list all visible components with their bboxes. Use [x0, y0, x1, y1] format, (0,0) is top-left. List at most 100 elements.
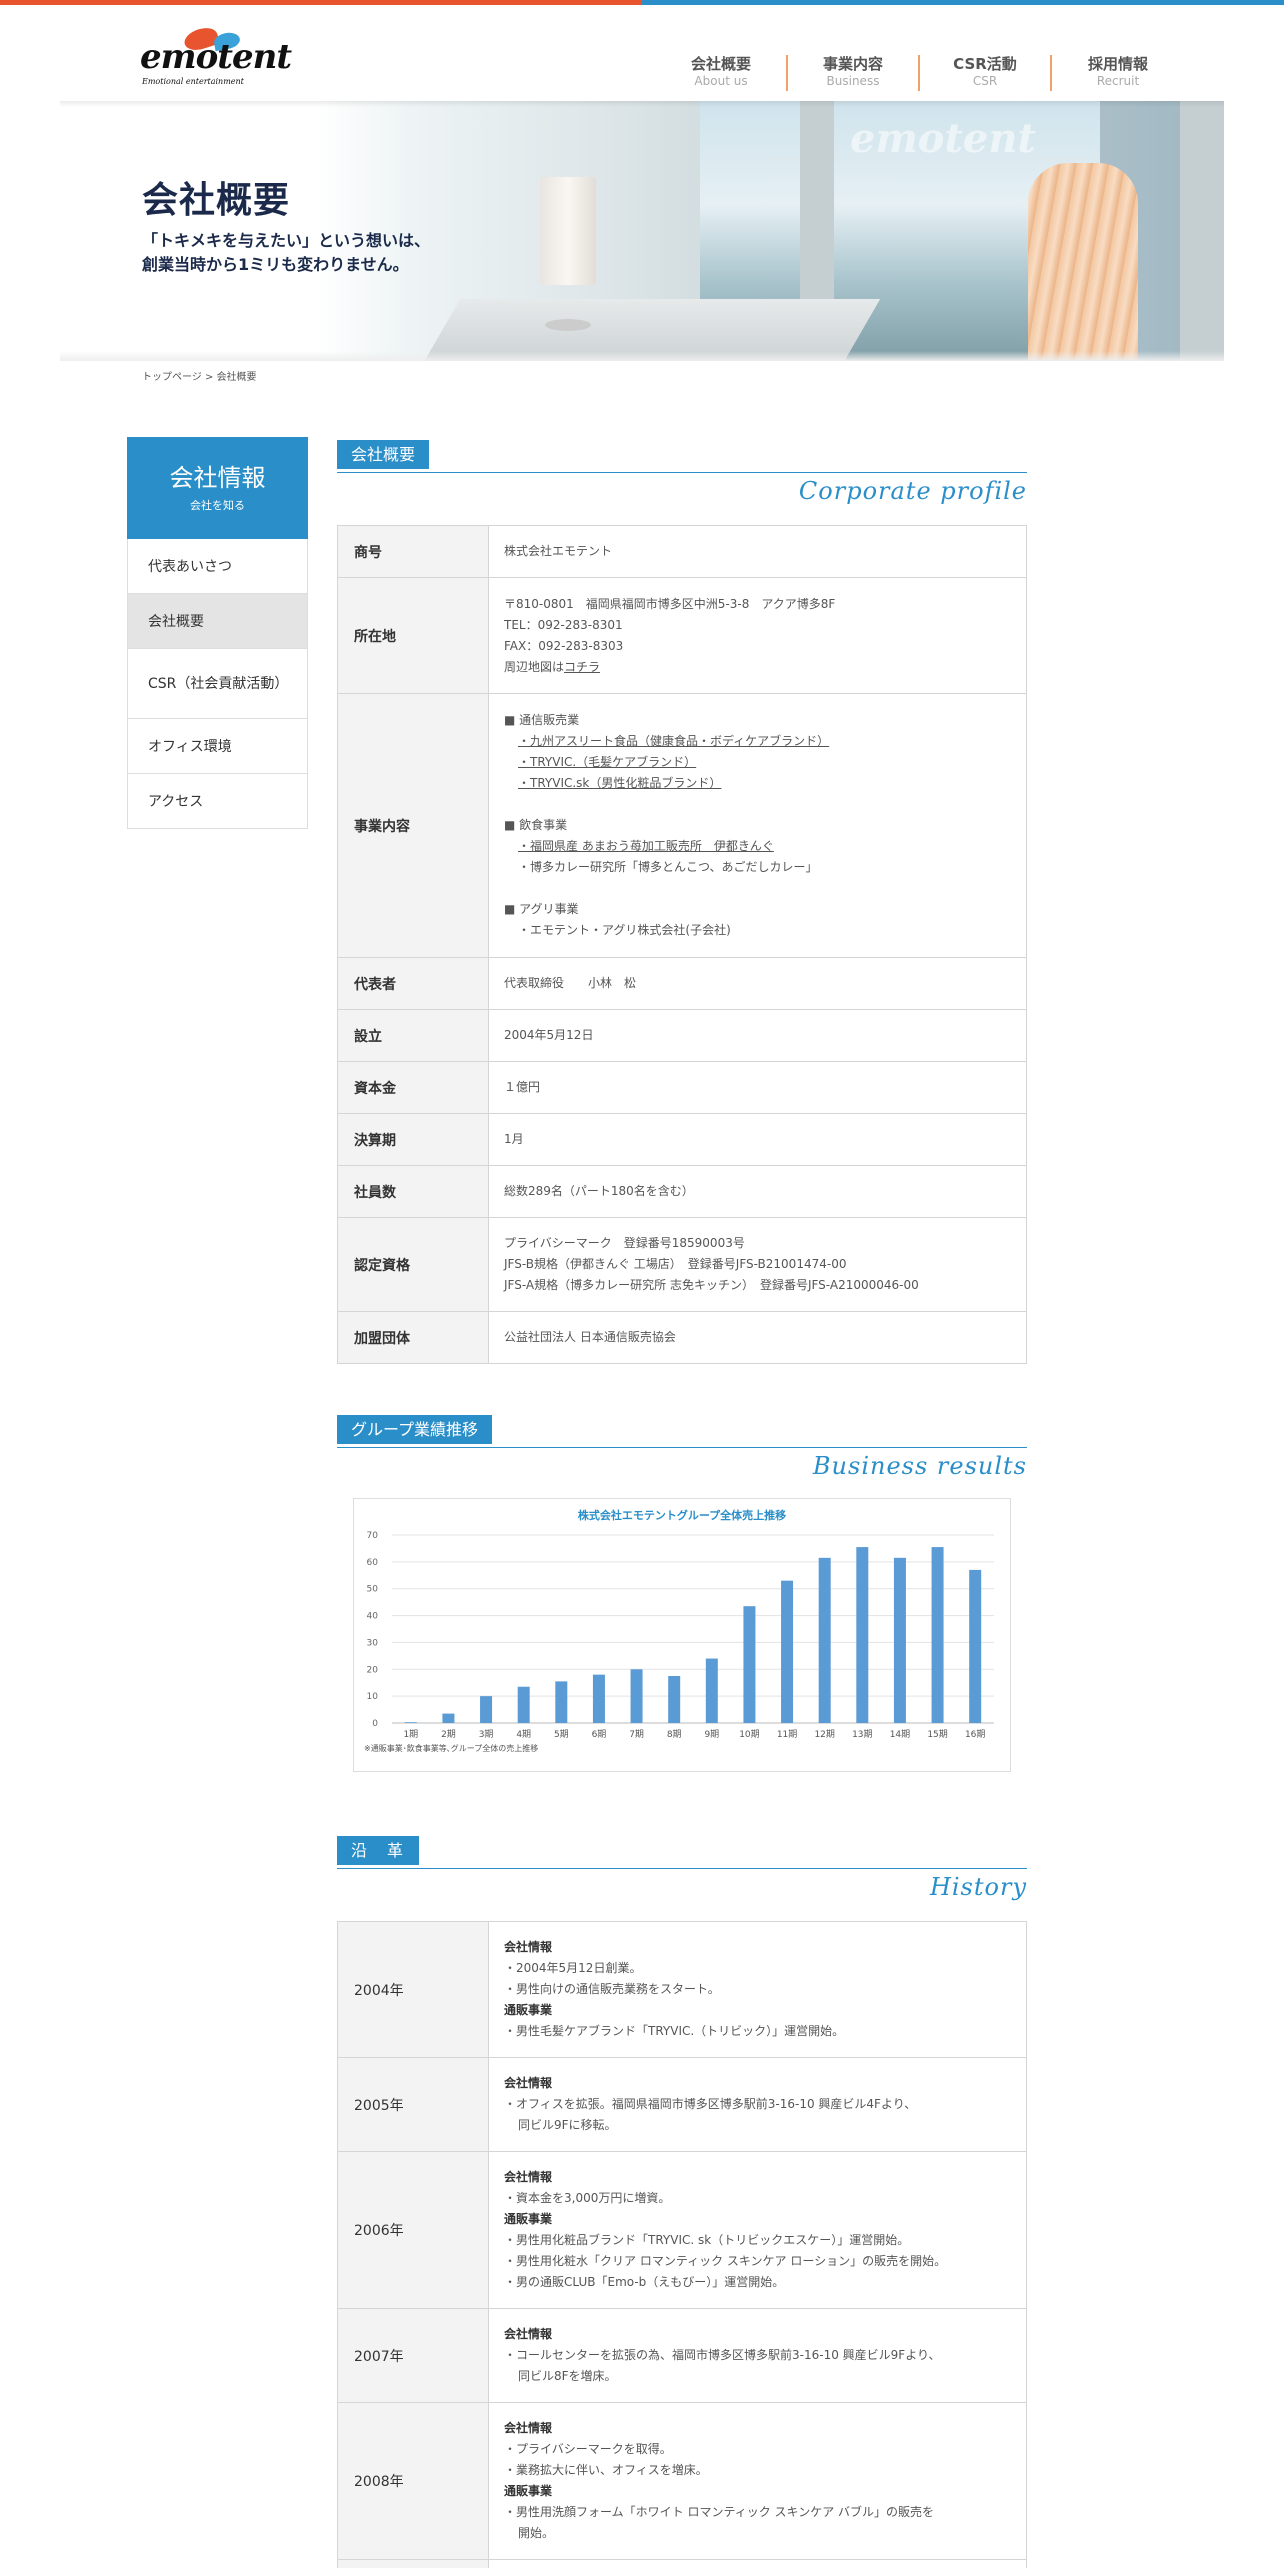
x-tick-label: 9期: [704, 1729, 719, 1740]
table-row: 加盟団体 公益社団法人 日本通信販売協会: [337, 1311, 1027, 1364]
hero-pillar: [1180, 101, 1224, 361]
biz-link-text[interactable]: ・TRYVIC.（毛髪ケアブランド）: [518, 755, 696, 769]
section-label: グループ業績推移: [337, 1415, 493, 1444]
row-header: 設立: [337, 1009, 489, 1062]
global-nav: 会社概要 About us 事業内容 Business CSR活動 CSR 採用…: [656, 55, 1184, 91]
chart-bar: [743, 1606, 756, 1723]
history-line: ・男性毛髪ケアブランド「TRYVIC.（トリビック）」運営開始。: [504, 2024, 845, 2038]
hero-copy: 「トキメキを与えたい」という想いは、 創業当時から1ミリも変わりません。: [142, 229, 430, 277]
x-tick-label: 16期: [965, 1729, 985, 1740]
sidebar-item-greeting[interactable]: 代表あいさつ: [127, 539, 308, 594]
biz-category: ■ アグリ事業: [504, 902, 579, 916]
history-cell: [488, 2559, 1027, 2568]
row-value: 株式会社エモテント: [488, 525, 1027, 578]
x-tick-label: 7期: [629, 1729, 644, 1740]
table-row: 決算期 1月: [337, 1113, 1027, 1166]
history-heading: 会社情報: [504, 2327, 553, 2341]
nav-csr[interactable]: CSR活動 CSR: [920, 55, 1052, 91]
section-label: 沿 革: [337, 1836, 420, 1865]
sidebar-item-csr[interactable]: CSR（社会貢献活動）: [127, 649, 308, 719]
table-row: 2006年 会社情報 ・資本金を3,000万円に増資。 通販事業 ・男性用化粧品…: [337, 2151, 1027, 2309]
section-header: グループ業績推移 Business results: [337, 1412, 1027, 1480]
y-tick-label: 70: [367, 1531, 379, 1541]
section-title-en: Corporate profile: [798, 477, 1027, 505]
sidebar-item-office[interactable]: オフィス環境: [127, 719, 308, 774]
year-cell: 2007年: [337, 2308, 489, 2403]
section-header: 沿 革 History: [337, 1833, 1027, 1901]
breadcrumb: トップページ > 会社概要: [142, 368, 257, 383]
x-tick-label: 13期: [852, 1729, 872, 1740]
nav-about[interactable]: 会社概要 About us: [656, 55, 788, 91]
nav-about-sub: About us: [694, 74, 748, 88]
history-line: ・2004年5月12日創業。: [504, 1961, 642, 1975]
map-link[interactable]: コチラ: [564, 660, 600, 674]
row-header: 加盟団体: [337, 1311, 489, 1364]
nav-recruit-label: 採用情報: [1087, 55, 1148, 73]
breadcrumb-sep: >: [201, 372, 217, 383]
table-row: 2005年 会社情報 ・オフィスを拡張。福岡県福岡市博多区博多駅前3-16-10…: [337, 2057, 1027, 2152]
sales-chart: 株式会社エモテントグループ全体売上推移 0 10 20 30 40 50 60 70 1期 2期 3…: [353, 1498, 1011, 1772]
chart-bar: [931, 1547, 944, 1723]
x-tick-label: 8期: [667, 1729, 682, 1740]
year-cell: 2005年: [337, 2057, 489, 2152]
biz-item: ・エモテント・アグリ株式会社(子会社): [518, 923, 731, 937]
chart-bar: [404, 1722, 417, 1723]
map-label: 周辺地図は: [504, 659, 565, 674]
history-heading: 会社情報: [504, 1940, 553, 1954]
profile-section: 会社概要 Corporate profile: [337, 437, 1027, 505]
history-line: ・オフィスを拡張。福岡県福岡市博多区博多駅前3-16-10 興産ビル4Fより、: [504, 2097, 917, 2111]
chart-bar: [781, 1580, 794, 1723]
biz-link: ・福岡県産 あまおう苺加工販売所 伊都きんぐ: [504, 836, 1011, 857]
logo-text: emotent: [140, 37, 292, 77]
breadcrumb-home[interactable]: トップページ: [142, 372, 202, 383]
table-row: 社員数 総数289名（パート180名を含む）: [337, 1165, 1027, 1218]
y-tick-label: 40: [367, 1612, 379, 1622]
nav-about-label: 会社概要: [690, 55, 751, 73]
table-row: 2008年 会社情報 ・プライバシーマークを取得。 ・業務拡大に伴い、オフィスを…: [337, 2402, 1027, 2560]
row-header: 事業内容: [337, 693, 489, 958]
row-value: 2004年5月12日: [488, 1009, 1027, 1062]
nav-business[interactable]: 事業内容 Business: [788, 55, 920, 91]
history-cell: 会社情報 ・オフィスを拡張。福岡県福岡市博多区博多駅前3-16-10 興産ビル4…: [488, 2057, 1027, 2152]
history-cell: 会社情報 ・2004年5月12日創業。 ・男性向けの通信販売業務をスタート。 通…: [488, 1921, 1027, 2058]
table-row: 所在地 〒810-0801 福岡県福岡市博多区中洲5-3-8 アクア博多8F T…: [337, 577, 1027, 694]
hero-lamp: [540, 177, 596, 285]
section-label: 会社概要: [337, 440, 430, 469]
x-tick-label: 5期: [554, 1729, 569, 1740]
map-line: 周辺地図はコチラ: [504, 657, 1011, 678]
logo-tagline: Emotional entertainment: [142, 77, 244, 86]
chart-bar: [969, 1569, 982, 1723]
biz-link: ・TRYVIC.（毛髪ケアブランド）: [504, 752, 1011, 773]
sidebar-item-access[interactable]: アクセス: [127, 774, 308, 829]
nav-recruit[interactable]: 採用情報 Recruit: [1052, 55, 1184, 91]
y-tick-label: 0: [372, 1719, 378, 1729]
history-heading: 通販事業: [504, 2212, 553, 2226]
nav-recruit-sub: Recruit: [1096, 74, 1140, 88]
table-row: 設立 2004年5月12日: [337, 1009, 1027, 1062]
biz-link-text[interactable]: ・TRYVIC.sk（男性化粧品ブランド）: [518, 776, 721, 790]
hero-banner: emotent 会社概要 「トキメキを与えたい」という想いは、 創業当時から1ミ…: [60, 101, 1224, 361]
sidebar-item-profile[interactable]: 会社概要: [127, 594, 308, 649]
biz-link-text[interactable]: ・福岡県産 あまおう苺加工販売所 伊都きんぐ: [518, 839, 774, 853]
history-line: ・男性用化粧品ブランド「TRYVIC. sk（トリビックエスケー）」運営開始。: [504, 2233, 910, 2247]
history-heading: 会社情報: [504, 2170, 553, 2184]
chart-bar: [705, 1658, 718, 1723]
section-header: 会社概要 Corporate profile: [337, 437, 1027, 505]
biz-link-text[interactable]: ・九州アスリート食品（健康食品・ボディケアブランド）: [518, 734, 829, 748]
x-tick-label: 4期: [516, 1729, 531, 1740]
logo[interactable]: emotent Emotional entertainment: [140, 24, 292, 87]
history-heading: 会社情報: [504, 2076, 553, 2090]
history-line: 同ビル8Fを増床。: [518, 2369, 617, 2383]
nav-business-label: 事業内容: [822, 55, 883, 73]
section-title-en: History: [929, 1873, 1027, 1901]
history-line: ・男性用洗顔フォーム「ホワイト ロマンティック スキンケア バブル」の販売を: [504, 2505, 935, 2519]
table-row: 2004年 会社情報 ・2004年5月12日創業。 ・男性向けの通信販売業務をス…: [337, 1921, 1027, 2058]
hero-watermark: emotent: [850, 115, 1036, 162]
history-cell: 会社情報 ・コールセンターを拡張の為、福岡市博多区博多駅前3-16-10 興産ビ…: [488, 2308, 1027, 2403]
history-line: 開始。: [518, 2526, 555, 2540]
tel-line: TEL：092-283-8301: [504, 617, 623, 632]
address-line: 〒810-0801 福岡県福岡市博多区中洲5-3-8 アクア博多8F: [504, 596, 836, 611]
x-tick-label: 1期: [403, 1729, 418, 1740]
breadcrumb-current: 会社概要: [216, 372, 257, 383]
